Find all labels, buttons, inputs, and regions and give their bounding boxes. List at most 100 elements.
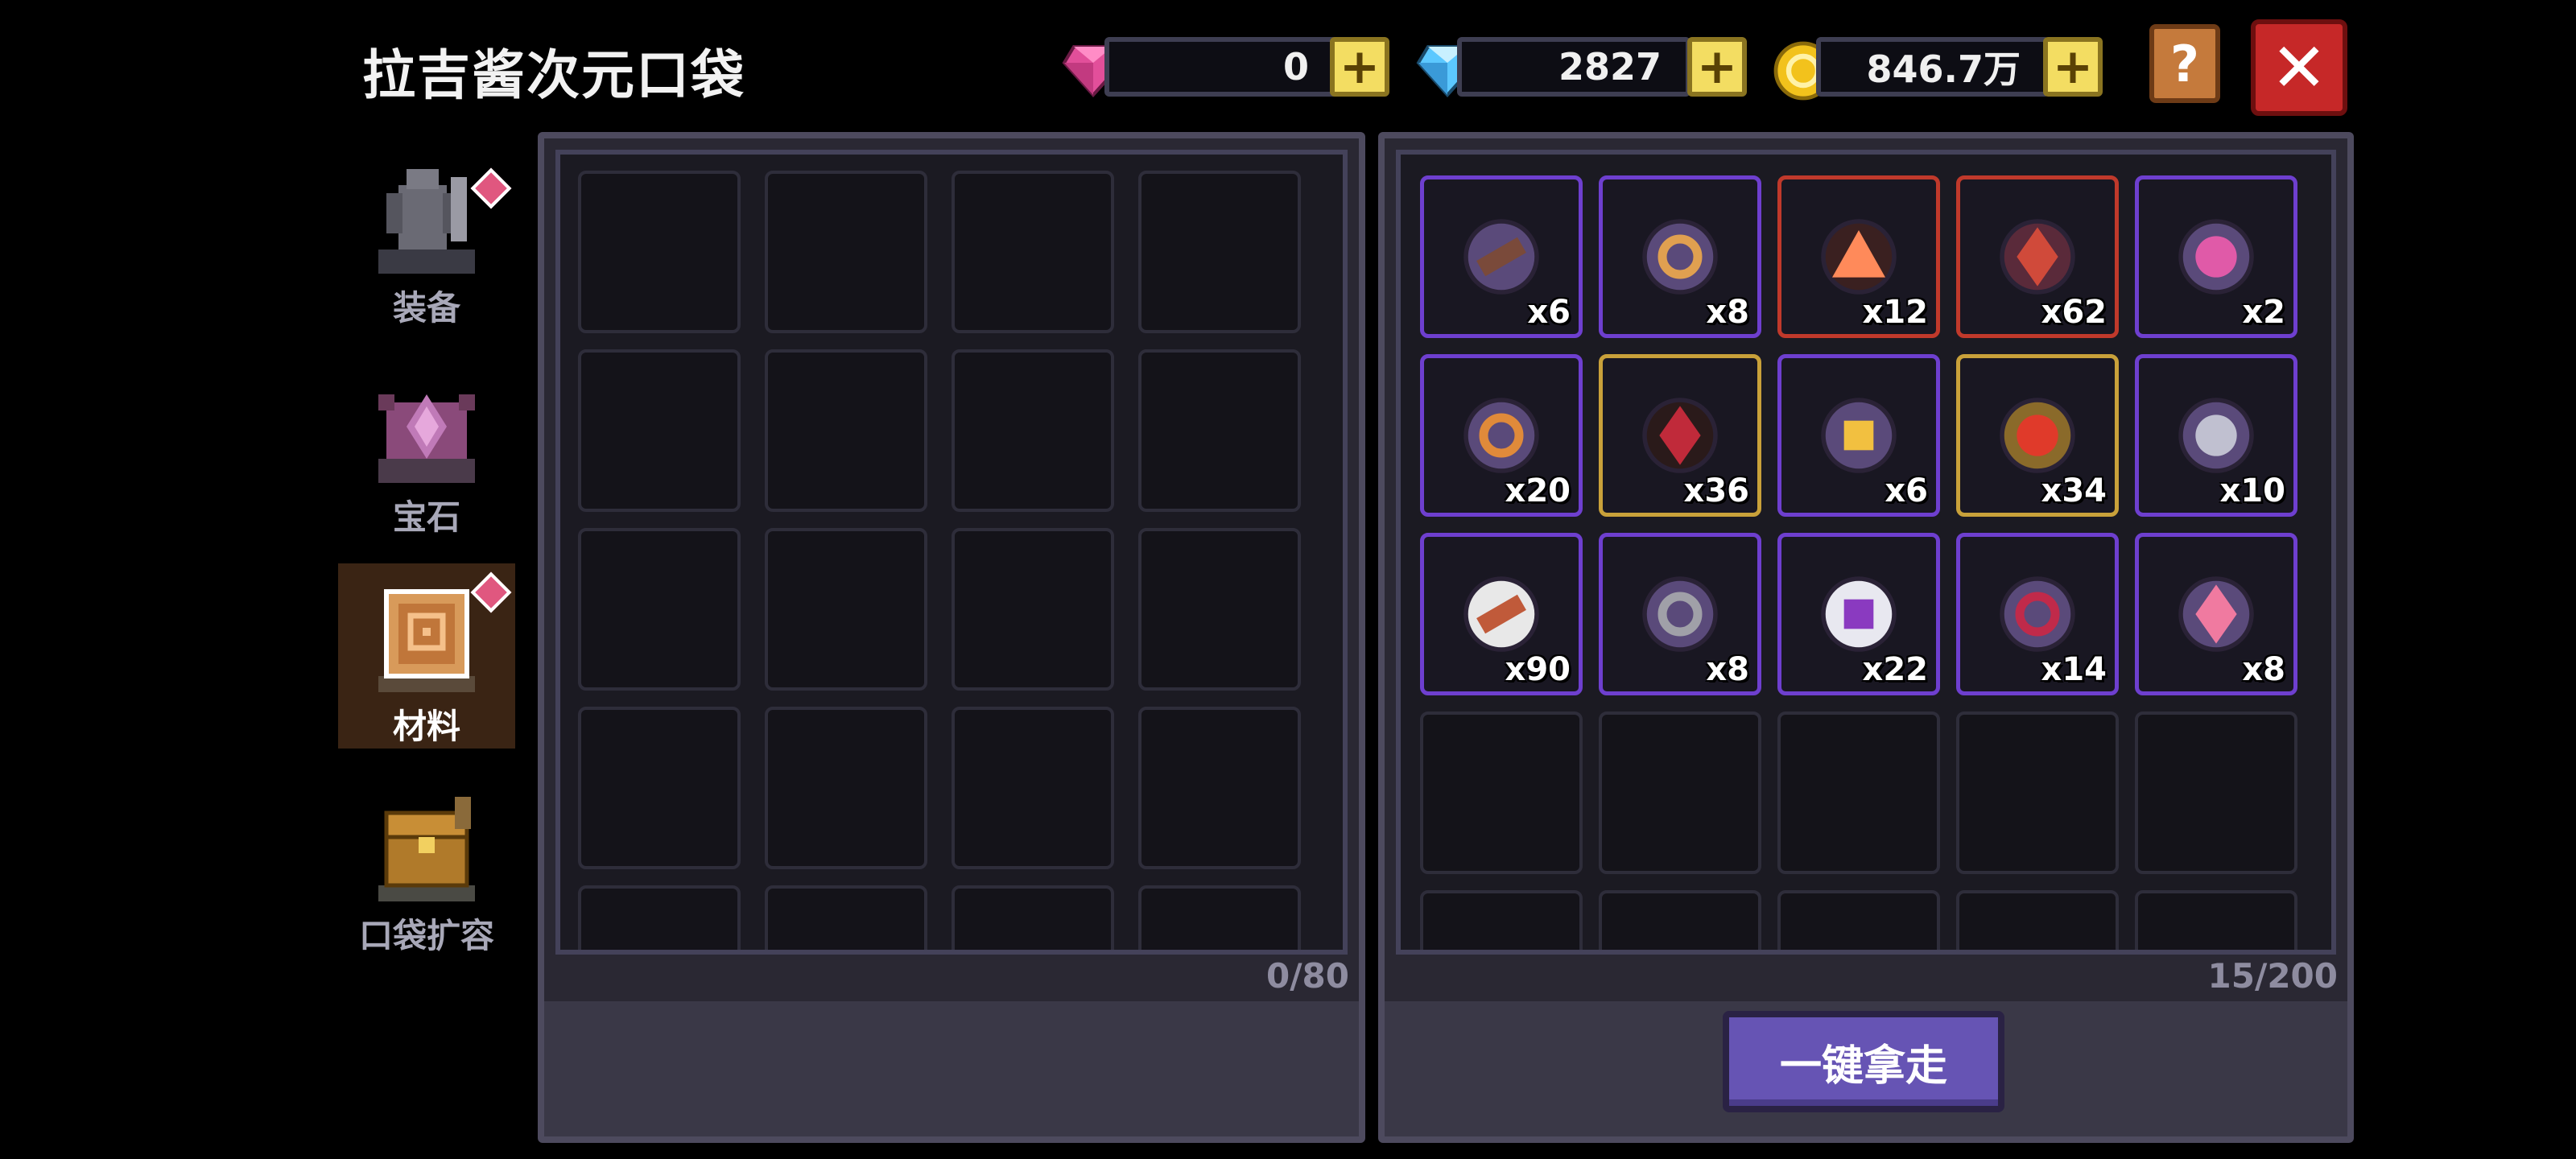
lantern-core-icon [1814,391,1903,480]
sidebar-item-label: 口袋扩容 [358,916,494,955]
blue-gem-value: 2827 [1558,45,1662,89]
item-slot[interactable]: x6 [1420,175,1583,338]
empty-slot[interactable] [765,707,927,869]
empty-slot[interactable] [1956,890,2119,950]
help-button[interactable]: ? [2149,24,2220,103]
empty-slot[interactable] [952,885,1114,950]
dragon-scale-icon [1993,212,2082,301]
add-pink-gem-button[interactable]: + [1330,37,1389,97]
item-slot[interactable]: x34 [1956,354,2119,517]
item-quantity: x8 [2242,651,2285,688]
empty-slot[interactable] [952,528,1114,691]
treasure-chest-icon [378,797,475,901]
red-whip-icon [1993,570,2082,658]
empty-slot[interactable] [1777,890,1940,950]
sidebar-item-label: 宝石 [392,497,460,537]
rifle-material-icon [1457,212,1546,301]
empty-slot[interactable] [952,707,1114,869]
empty-slot[interactable] [1956,711,2119,874]
flame-emblem-icon [1993,391,2082,480]
item-slot[interactable]: x14 [1956,533,2119,695]
item-quantity: x36 [1683,472,1749,509]
item-quantity: x34 [2041,472,2107,509]
empty-slot[interactable] [765,528,927,691]
empty-slot[interactable] [578,171,741,333]
empty-slot[interactable] [1138,885,1301,950]
plus-icon: + [2052,39,2094,95]
item-slot[interactable]: x8 [1599,533,1761,695]
empty-slot[interactable] [578,885,741,950]
item-quantity: x8 [1706,294,1749,331]
empty-slot[interactable] [1599,711,1761,874]
pink-gem-counter: 0 [1104,37,1338,97]
item-slot[interactable]: x6 [1777,354,1940,517]
sidebar-item-equipment[interactable]: 装备 [338,145,515,330]
empty-slot[interactable] [578,349,741,512]
sidebar-item-gems[interactable]: 宝石 [338,354,515,539]
empty-slot[interactable] [952,171,1114,333]
sidebar-item-label: 材料 [392,707,460,746]
item-slot[interactable]: x8 [1599,175,1761,338]
add-gold-coin-button[interactable]: + [2043,37,2103,97]
pink-gem-value: 0 [1282,45,1309,89]
storage-capacity: 15/200 [2207,956,2338,996]
storage-panel: x6 x8 x12 x62 x2 x20 x36 x6 x34 x10 x90 x8 x22 x14 x8 … [1378,132,2354,1143]
pocket-grid-frame [555,150,1348,955]
item-quantity: x6 [1527,294,1571,331]
pocket-footer [544,1001,1359,1136]
empty-slot[interactable] [1138,349,1301,512]
sidebar-item-pocket-expand[interactable]: 口袋扩容 [338,773,515,958]
empty-slot[interactable] [1599,890,1761,950]
item-slot[interactable]: x10 [2135,354,2297,517]
empty-slot[interactable] [1138,528,1301,691]
sidebar-item-label: 装备 [392,288,460,328]
armor-icon [378,169,475,274]
empty-slot[interactable] [1777,711,1940,874]
item-slot[interactable]: x2 [2135,175,2297,338]
bronze-ring-icon [1457,391,1546,480]
item-slot[interactable]: x12 [1777,175,1940,338]
item-slot[interactable]: x20 [1420,354,1583,517]
empty-slot[interactable] [1138,171,1301,333]
item-quantity: x90 [1505,651,1571,688]
empty-slot[interactable] [1420,890,1583,950]
item-quantity: x62 [2041,294,2107,331]
empty-slot[interactable] [578,707,741,869]
item-slot[interactable]: x90 [1420,533,1583,695]
gear-wheel-icon [1636,570,1724,658]
add-blue-gem-button[interactable]: + [1687,37,1747,97]
item-quantity: x6 [1885,472,1928,509]
gold-coin-counter: 846.7万 [1816,37,2050,97]
purple-rune-icon [1814,570,1903,658]
take-all-button[interactable]: 一键拿走 [1723,1011,2004,1112]
storage-grid: x6 x8 x12 x62 x2 x20 x36 x6 x34 x10 x90 x8 x22 x14 x8 [1420,175,2297,950]
empty-slot[interactable] [1420,711,1583,874]
fire-crystal-icon [1814,212,1903,301]
empty-slot[interactable] [578,528,741,691]
empty-slot[interactable] [2135,711,2297,874]
empty-slot[interactable] [765,171,927,333]
close-icon: ✕ [2270,28,2328,107]
helmet-shard-icon [2172,391,2260,480]
item-slot[interactable]: x22 [1777,533,1940,695]
item-slot[interactable]: x62 [1956,175,2119,338]
empty-slot[interactable] [765,349,927,512]
sidebar-item-materials[interactable]: 材料 [338,563,515,749]
empty-slot[interactable] [1138,707,1301,869]
page-title: 拉吉酱次元口袋 [362,44,745,106]
copper-plate-icon [1457,570,1546,658]
empty-slot[interactable] [765,885,927,950]
item-quantity: x8 [1706,651,1749,688]
item-slot[interactable]: x36 [1599,354,1761,517]
item-quantity: x14 [2041,651,2107,688]
item-slot[interactable]: x8 [2135,533,2297,695]
empty-slot[interactable] [952,349,1114,512]
red-ore-icon [1636,391,1724,480]
pocket-grid [578,171,1301,950]
close-button[interactable]: ✕ [2251,19,2347,116]
pocket-capacity: 0/80 [1265,956,1349,996]
item-quantity: x12 [1862,294,1928,331]
empty-slot[interactable] [2135,890,2297,950]
item-quantity: x2 [2242,294,2285,331]
storage-grid-frame: x6 x8 x12 x62 x2 x20 x36 x6 x34 x10 x90 x8 x22 x14 x8 [1396,150,2336,955]
